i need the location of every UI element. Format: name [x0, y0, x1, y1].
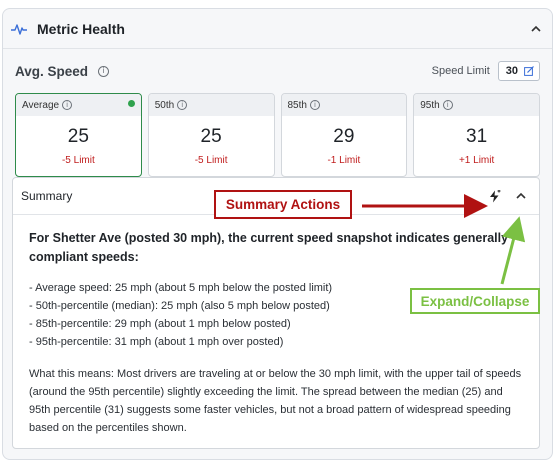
card-limit: -5 Limit	[61, 155, 95, 166]
card-limit: -5 Limit	[194, 155, 228, 166]
panel-header[interactable]: Metric Health	[3, 9, 552, 49]
section-title: Avg. Speed	[15, 63, 89, 79]
edit-icon[interactable]	[524, 66, 534, 76]
card-value: 29	[333, 126, 355, 147]
expand-collapse-annotation: Expand/Collapse	[410, 288, 540, 314]
card-limit: +1 Limit	[458, 155, 495, 166]
panel-title: Metric Health	[37, 20, 125, 37]
metric-card-85th[interactable]: 85th i 29 -1 Limit	[280, 93, 408, 177]
chevron-up-icon[interactable]	[515, 190, 527, 202]
info-icon[interactable]: i	[98, 65, 110, 77]
summary-title: Summary	[21, 189, 73, 203]
status-dot	[127, 100, 135, 107]
info-icon[interactable]: i	[177, 100, 188, 110]
card-value: 31	[466, 126, 488, 147]
list-item: - 95th-percentile: 31 mph (about 1 mph o…	[29, 336, 284, 348]
info-icon[interactable]: i	[309, 100, 320, 110]
speed-limit-label: Speed Limit	[431, 65, 490, 77]
card-label: Average	[22, 99, 60, 111]
list-item: - 85th-percentile: 29 mph (about 1 mph b…	[29, 318, 291, 330]
chevron-up-icon[interactable]	[530, 23, 542, 35]
summary-lead: For Shetter Ave (posted 30 mph), the cur…	[29, 231, 509, 264]
metric-card-average[interactable]: Average i 25 -5 Limit	[15, 93, 142, 177]
card-label: 95th	[420, 99, 440, 111]
card-label: 50th	[154, 99, 175, 111]
pulse-icon	[11, 23, 27, 35]
card-limit: -1 Limit	[327, 155, 361, 166]
info-icon[interactable]: i	[442, 100, 453, 110]
avg-speed-row: Avg. Speed i Speed Limit 30	[3, 49, 552, 93]
card-value: 25	[200, 126, 222, 147]
card-value: 25	[67, 126, 89, 147]
metric-card-95th[interactable]: 95th i 31 +1 Limit	[413, 93, 540, 177]
metric-card-50th[interactable]: 50th i 25 -5 Limit	[147, 93, 275, 177]
info-icon[interactable]: i	[62, 100, 73, 110]
speed-limit-field[interactable]: 30	[497, 61, 540, 81]
summary-actions-icon[interactable]	[488, 189, 501, 203]
summary-actions-annotation: Summary Actions	[214, 190, 352, 219]
card-label: 85th	[287, 99, 307, 111]
metric-cards: Average i 25 -5 Limit 50th i 25 -5 Limit…	[3, 93, 552, 177]
summary-paragraph: What this means: Most drivers are travel…	[29, 368, 522, 434]
speed-limit-value: 30	[505, 65, 518, 77]
summary-body: For Shetter Ave (posted 30 mph), the cur…	[13, 215, 539, 437]
